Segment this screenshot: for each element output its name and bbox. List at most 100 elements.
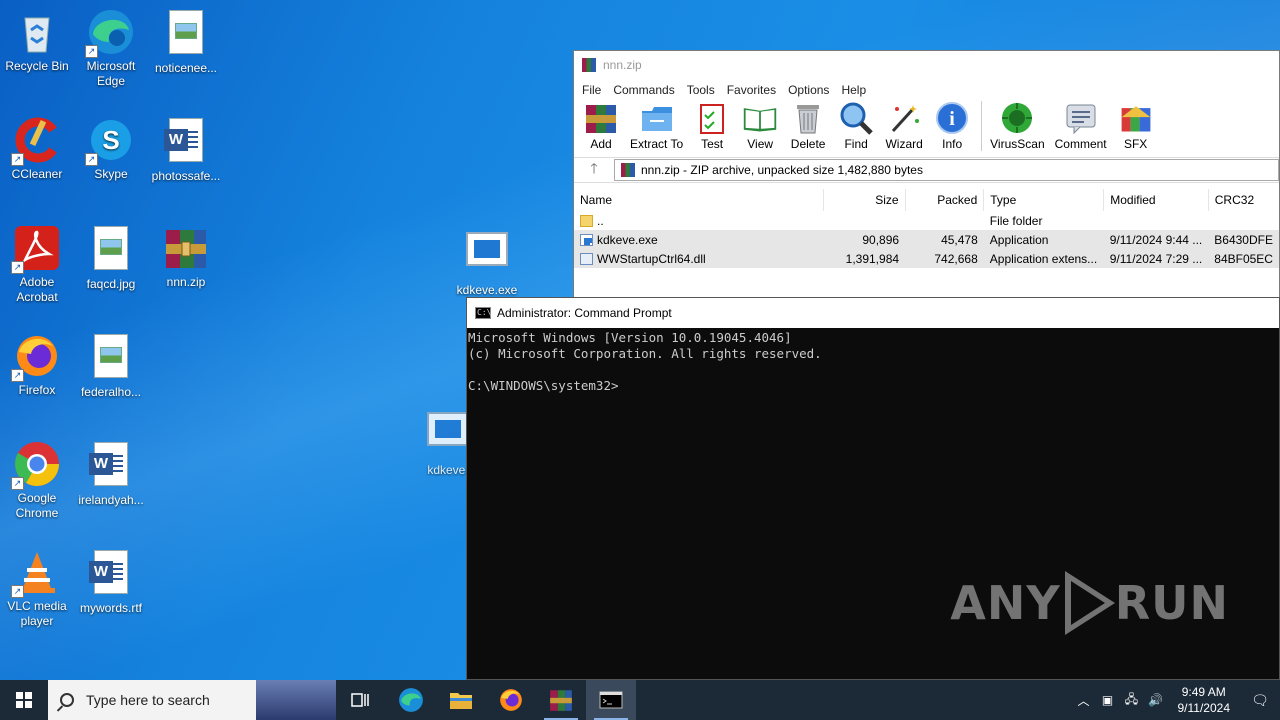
taskbar-search-box[interactable]: Type here to search [48,680,336,720]
shortcut-arrow-icon: ↗ [11,261,24,274]
view-button[interactable]: View [741,101,779,151]
column-crc32[interactable]: CRC32 [1208,189,1279,211]
menu-file[interactable]: File [576,83,607,97]
archive-path-field[interactable]: nnn.zip - ZIP archive, unpacked size 1,4… [614,159,1279,181]
taskbar-clock[interactable]: 9:49 AM 9/11/2024 [1168,684,1241,716]
desktop-icon-label: kdkeve.exe [456,283,518,297]
sfx-button[interactable]: SFX [1117,101,1155,151]
file-crc: 84BF05EC [1208,249,1279,268]
menu-options[interactable]: Options [782,83,835,97]
menu-favorites[interactable]: Favorites [721,83,782,97]
winrar-titlebar[interactable]: nnn.zip [574,51,1279,79]
edge-icon [399,688,423,712]
desktop-icon-adobe-acrobat[interactable]: ↗ Adobe Acrobat [0,224,74,305]
desktop-icon-skype[interactable]: S ↗ Skype [74,116,148,182]
image-file-icon [87,226,135,274]
start-button[interactable] [0,680,48,720]
test-icon [694,101,730,135]
add-button[interactable]: Add [582,101,620,151]
shortcut-arrow-icon: ↗ [11,585,24,598]
taskbar-firefox[interactable] [486,680,536,720]
column-type[interactable]: Type [983,189,1105,211]
desktop-icon-noticenee[interactable]: noticenee... [149,8,223,76]
executable-icon [424,412,472,460]
desktop-icon-faqcd[interactable]: faqcd.jpg [74,224,148,292]
desktop-icon-recycle-bin[interactable]: Recycle Bin [0,8,74,74]
find-button[interactable]: Find [837,101,875,151]
table-row[interactable]: WWStartupCtrl64.dll 1,391,984 742,668 Ap… [574,249,1279,268]
meet-now-icon[interactable]: ▣ [1096,693,1120,707]
desktop-icon-microsoft-edge[interactable]: ↗ Microsoft Edge [74,8,148,89]
desktop-icon-irelandyah[interactable]: W irelandyah... [74,440,148,508]
wizard-button[interactable]: Wizard [885,101,923,151]
file-name: kdkeve.exe [597,232,658,247]
desktop-icon-firefox[interactable]: ↗ Firefox [0,332,74,398]
table-row[interactable]: kdkeve.exe 90,896 45,478 Application 9/1… [574,230,1279,249]
taskbar-edge[interactable] [386,680,436,720]
watermark-logo: ANY [950,576,1061,630]
column-name[interactable]: Name [574,189,825,211]
delete-button[interactable]: Delete [789,101,827,151]
winrar-menubar: File Commands Tools Favorites Options He… [574,79,1279,101]
desktop-icon-label: Microsoft Edge [86,59,136,88]
search-highlight-image [256,680,336,720]
menu-help[interactable]: Help [835,83,872,97]
desktop-icon-label: Recycle Bin [5,59,69,73]
desktop-icon-federalho[interactable]: federalho... [74,332,148,400]
winrar-window[interactable]: nnn.zip File Commands Tools Favorites Op… [573,50,1280,298]
up-one-level-button[interactable]: 🡑 [574,158,614,182]
delete-icon [790,101,826,135]
svg-text:i: i [949,108,955,130]
file-list: Name Size Packed Type Modified CRC32 .. … [574,189,1279,268]
find-icon [838,101,874,135]
chevron-up-icon[interactable]: ︿ [1072,692,1096,709]
info-button[interactable]: i Info [933,101,971,151]
file-type: File folder [989,213,1043,228]
test-button[interactable]: Test [693,101,731,151]
sfx-icon [1118,101,1154,135]
menu-commands[interactable]: Commands [607,83,680,97]
file-name: WWStartupCtrl64.dll [597,251,706,266]
menu-tools[interactable]: Tools [681,83,721,97]
column-modified[interactable]: Modified [1103,189,1209,211]
desktop-icon-photossafe[interactable]: W photossafe... [149,116,223,184]
word-document-icon: W [162,118,210,166]
vlc-icon: ↗ [11,548,61,598]
desktop-icon-google-chrome[interactable]: ↗ Google Chrome [0,440,74,521]
notification-center-icon[interactable]: 🗨 [1240,692,1280,709]
table-row[interactable]: .. File folder [574,211,1279,230]
desktop-icon-mywords[interactable]: W mywords.rtf [74,548,148,616]
shortcut-arrow-icon: ↗ [11,153,24,166]
shortcut-arrow-icon: ↗ [85,45,98,58]
volume-icon[interactable]: 🔊 [1144,693,1168,707]
desktop-icon-ccleaner[interactable]: ↗ CCleaner [0,116,74,182]
console-line: ​ [468,362,1279,378]
virusscan-button[interactable]: VirusScan [990,101,1045,151]
file-modified: 9/11/2024 7:29 ... [1103,249,1209,268]
file-type: Application extens... [983,249,1104,268]
desktop-icon-label: Adobe Acrobat [16,275,58,304]
cmd-titlebar[interactable]: C:\ Administrator: Command Prompt [467,298,1279,328]
firefox-icon: ↗ [11,332,61,382]
desktop-icon-vlc[interactable]: ↗ VLC media player [0,548,74,629]
desktop-icon-label: faqcd.jpg [86,277,136,291]
network-icon[interactable]: 🖧 [1120,690,1144,711]
taskbar-winrar[interactable] [536,680,586,720]
column-packed[interactable]: Packed [905,189,985,211]
column-size[interactable]: Size [823,189,906,211]
archive-path-text: nnn.zip - ZIP archive, unpacked size 1,4… [641,163,923,177]
taskbar-file-explorer[interactable] [436,680,486,720]
file-packed: 742,668 [905,249,984,268]
extract-to-button[interactable]: Extract To [630,101,683,151]
desktop-icon-nnn-zip[interactable]: nnn.zip [149,224,223,290]
comment-icon [1063,101,1099,135]
file-size: 1,391,984 [823,249,906,268]
cmd-console[interactable]: Microsoft Windows [Version 10.0.19045.40… [467,328,1279,394]
console-line: (c) Microsoft Corporation. All rights re… [468,346,822,361]
task-view-button[interactable] [336,680,386,720]
system-tray: ︿ ▣ 🖧 🔊 9:49 AM 9/11/2024 🗨 [1072,680,1280,720]
comment-button[interactable]: Comment [1055,101,1107,151]
taskbar-command-prompt[interactable] [586,680,636,720]
desktop-icon-kdkeve-exe[interactable]: kdkeve.exe [450,224,524,298]
command-prompt-window[interactable]: C:\ Administrator: Command Prompt Micros… [466,297,1280,680]
